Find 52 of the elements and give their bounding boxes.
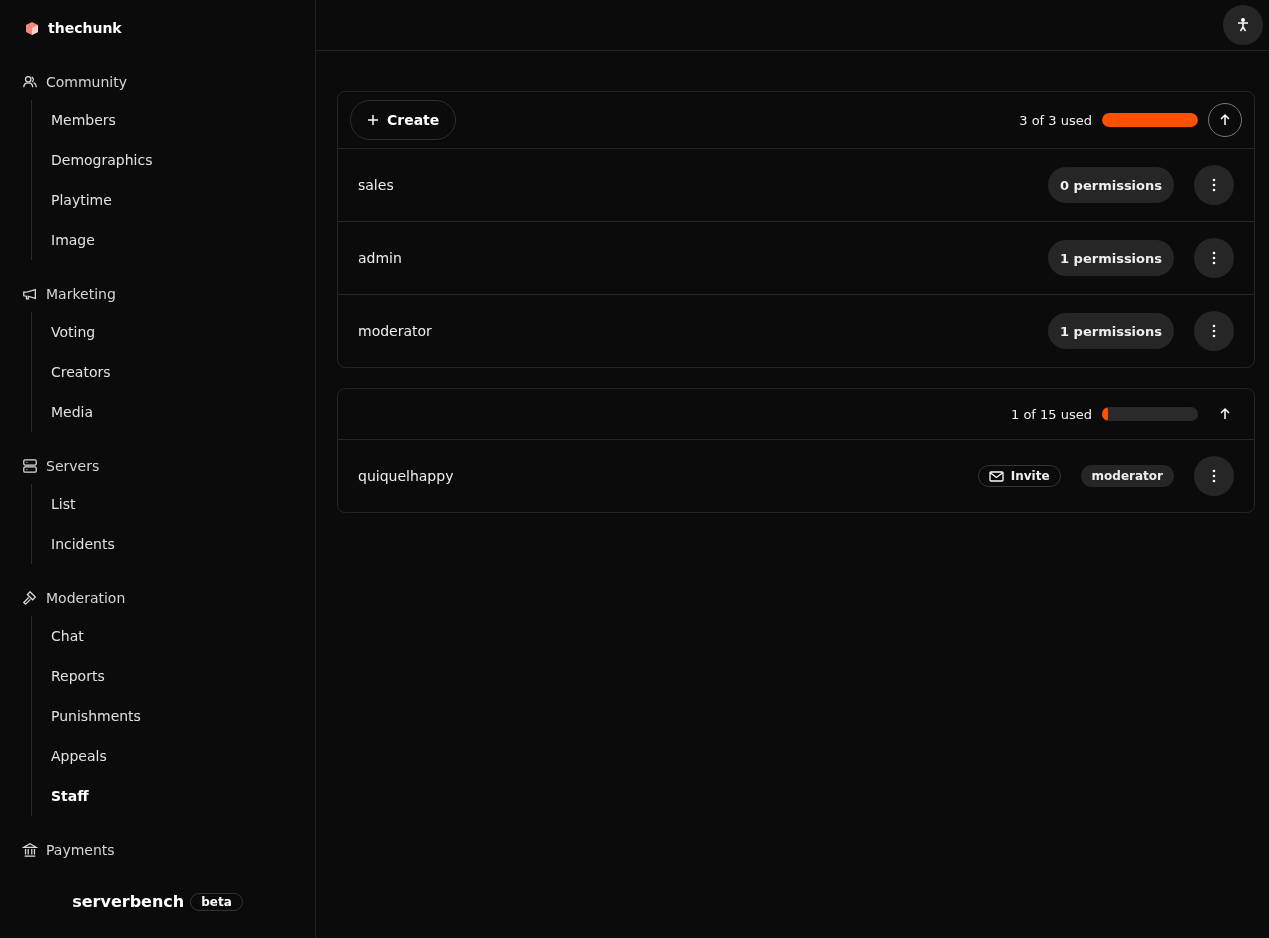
nav-item[interactable]: Demographics	[51, 140, 315, 180]
person-icon	[1237, 18, 1249, 32]
more-options-button[interactable]	[1194, 238, 1234, 278]
more-vertical-icon	[1212, 251, 1216, 265]
more-options-button[interactable]	[1194, 165, 1234, 205]
staff-name: quiquelhappy	[358, 468, 455, 484]
nav-section[interactable]: Payments	[22, 836, 315, 864]
nav-item[interactable]: Creators	[51, 352, 315, 392]
nav-item[interactable]: Appeals	[51, 736, 315, 776]
role-name: admin	[358, 250, 403, 266]
role-tag: moderator	[1080, 465, 1174, 487]
scroll-up-button[interactable]	[1208, 103, 1242, 137]
nav-item[interactable]: Staff	[51, 776, 315, 816]
more-vertical-icon	[1212, 469, 1216, 483]
usage-text: 3 of 3 used	[1019, 112, 1092, 128]
nav-item[interactable]: Media	[51, 392, 315, 432]
users-icon	[22, 74, 38, 90]
server-icon	[22, 458, 38, 474]
permissions-count[interactable]: 1 permissions	[1048, 240, 1174, 276]
nav-item[interactable]: Voting	[51, 312, 315, 352]
nav-item[interactable]: Members	[51, 100, 315, 140]
nav-item[interactable]: Image	[51, 220, 315, 260]
megaphone-icon	[22, 286, 38, 302]
more-vertical-icon	[1212, 324, 1216, 338]
plus-icon	[367, 114, 379, 126]
bank-icon	[22, 842, 38, 858]
accessibility-button[interactable]	[1223, 5, 1263, 45]
nav-item[interactable]: Reports	[51, 656, 315, 696]
role-name: moderator	[358, 323, 433, 339]
nav-section[interactable]: Marketing	[22, 280, 315, 308]
permissions-count[interactable]: 0 permissions	[1048, 167, 1174, 203]
arrow-up-icon	[1218, 113, 1232, 127]
mail-icon	[988, 470, 1004, 482]
nav-section[interactable]: Servers	[22, 452, 315, 480]
more-vertical-icon	[1212, 178, 1216, 192]
gavel-icon	[22, 590, 38, 606]
more-options-button[interactable]	[1194, 311, 1234, 351]
permissions-count[interactable]: 1 permissions	[1048, 313, 1174, 349]
nav-item[interactable]: Chat	[51, 616, 315, 656]
nav-item[interactable]: Playtime	[51, 180, 315, 220]
nav-section[interactable]: Community	[22, 68, 315, 96]
product-name: serverbench	[72, 892, 185, 911]
workspace-name: thechunk	[48, 20, 122, 36]
nav-item[interactable]: Punishments	[51, 696, 315, 736]
nav-section[interactable]: Moderation	[22, 584, 315, 612]
role-name: sales	[358, 177, 395, 193]
usage-text: 1 of 15 used	[1011, 406, 1092, 422]
nav-item[interactable]: List	[51, 484, 315, 524]
cube-icon	[26, 21, 38, 35]
arrow-up-icon	[1218, 407, 1232, 421]
more-options-button[interactable]	[1194, 456, 1234, 496]
nav-item[interactable]: Incidents	[51, 524, 315, 564]
